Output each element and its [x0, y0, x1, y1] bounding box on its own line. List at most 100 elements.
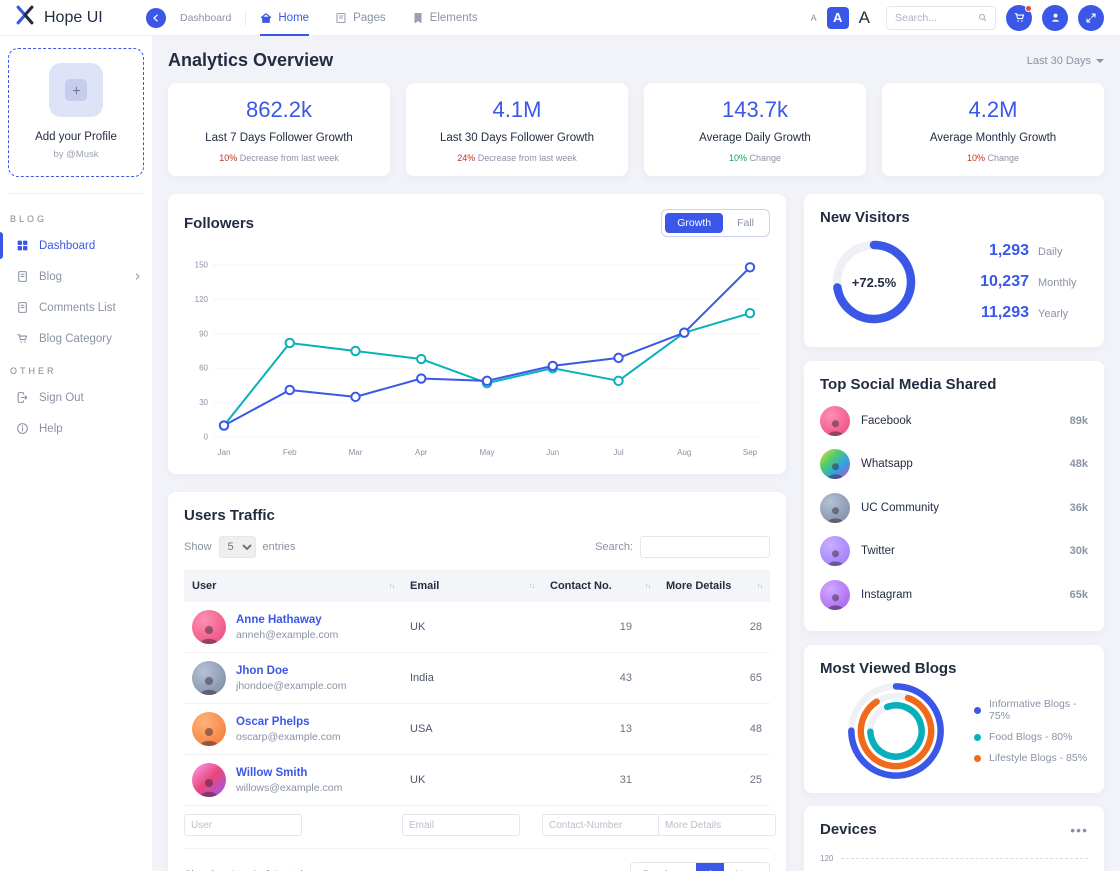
visitor-period: Daily — [1038, 246, 1086, 258]
followers-line-chart: 0306090120150JanFebMarAprMayJunJulAugSep — [184, 251, 770, 463]
most-viewed-donut — [844, 679, 948, 783]
social-media-item[interactable]: Whatsapp 48k — [820, 443, 1088, 487]
grid-icon — [16, 239, 29, 252]
fall-toggle-button[interactable]: Fall — [725, 213, 766, 233]
column-filter-input[interactable] — [542, 814, 660, 836]
home-icon — [260, 12, 272, 24]
column-header-details[interactable]: More Details — [658, 570, 770, 602]
date-range-dropdown[interactable]: Last 30 Days — [1027, 55, 1104, 67]
nav-left: Dashboard Home Pages — [152, 0, 478, 36]
new-visitors-stats: 1,293 Daily 10,237 Monthly 11,293 — [980, 242, 1086, 322]
user-name-link[interactable]: Jhon Doe — [236, 665, 346, 677]
social-media-list: Facebook 89k Whatsapp 48k — [820, 399, 1088, 617]
stat-value: 4.1M — [416, 97, 618, 123]
breadcrumb[interactable]: Dashboard — [180, 12, 231, 24]
add-profile-card[interactable]: Add your Profile by @Musk — [8, 48, 144, 177]
more-options-icon[interactable]: ••• — [1070, 827, 1088, 833]
divider — [245, 10, 246, 26]
svg-text:May: May — [479, 448, 494, 457]
back-button[interactable] — [146, 8, 166, 28]
user-name-link[interactable]: Anne Hathaway — [236, 614, 338, 626]
legend-item: Lifestyle Blogs - 85% — [974, 752, 1088, 764]
tab-pages[interactable]: Pages — [335, 0, 386, 36]
column-filter-input[interactable] — [184, 814, 302, 836]
svg-text:30: 30 — [199, 398, 208, 407]
font-size-large-button[interactable]: A — [859, 8, 870, 28]
cart-badge — [1025, 5, 1032, 12]
table-search-label: Search: — [595, 541, 633, 553]
social-media-item[interactable]: Twitter 30k — [820, 530, 1088, 574]
legend-dot — [974, 755, 981, 762]
followers-title: Followers — [184, 215, 254, 232]
growth-toggle-button[interactable]: Growth — [665, 213, 723, 233]
avatar — [820, 406, 850, 436]
social-network-name: Whatsapp — [861, 458, 913, 470]
users-table-body: Anne Hathaway anneh@example.com UK 19 28 — [184, 602, 770, 806]
column-filter-input[interactable] — [658, 814, 776, 836]
column-header-email[interactable]: Email — [402, 570, 542, 602]
most-viewed-blogs-card: Most Viewed Blogs Informative Blogs - 75… — [804, 645, 1104, 793]
column-header-user[interactable]: User — [184, 570, 402, 602]
user-name-link[interactable]: Oscar Phelps — [236, 716, 341, 728]
avatar — [192, 610, 226, 644]
sidebar-item-dashboard[interactable]: Dashboard — [0, 232, 152, 259]
page-size-select[interactable]: 5 — [219, 536, 256, 558]
gridline — [841, 858, 1088, 859]
user-button[interactable] — [1042, 5, 1068, 31]
sidebar-item-comments-list[interactable]: Comments List — [0, 294, 152, 321]
share-count: 30k — [1070, 545, 1088, 557]
previous-page-button[interactable]: Previous — [631, 863, 696, 871]
next-page-button[interactable]: Next — [724, 863, 769, 871]
social-network-name: Facebook — [861, 415, 912, 427]
social-media-item[interactable]: UC Community 36k — [820, 486, 1088, 530]
cell-contact: 13 — [542, 704, 658, 755]
page-1-button[interactable]: 1 — [696, 863, 724, 871]
entries-label: entries — [263, 541, 296, 553]
stats-row: 862.2k Last 7 Days Follower Growth 10% D… — [168, 83, 1104, 176]
users-table: User Email Contact No. More Details — [184, 570, 770, 602]
expand-button[interactable] — [1078, 5, 1104, 31]
stat-card: 143.7k Average Daily Growth 10% Change — [644, 83, 866, 176]
sidebar-item-sign-out[interactable]: Sign Out — [0, 384, 152, 411]
social-media-item[interactable]: Facebook 89k — [820, 399, 1088, 443]
document-icon — [16, 301, 29, 314]
brand: Hope UI — [0, 4, 152, 31]
cell-details: 48 — [658, 704, 770, 755]
social-media-item[interactable]: Instagram 65k — [820, 573, 1088, 617]
caret-down-icon — [1096, 59, 1104, 63]
new-visitors-card: New Visitors +72.5% 1,293 Daily — [804, 194, 1104, 347]
stat-value: 862.2k — [178, 97, 380, 123]
font-size-small-button[interactable]: A — [811, 13, 817, 23]
table-search-input[interactable] — [640, 536, 770, 558]
svg-text:Sep: Sep — [743, 448, 758, 457]
search-input[interactable] — [895, 12, 972, 24]
cell-country: UK — [402, 755, 542, 806]
social-network-name: UC Community — [861, 502, 939, 514]
sidebar-item-blog-category[interactable]: Blog Category — [0, 325, 152, 352]
new-visitors-donut: +72.5% — [828, 236, 920, 328]
social-network-name: Instagram — [861, 589, 912, 601]
cart-button[interactable] — [1006, 5, 1032, 31]
sidebar-item-blog[interactable]: Blog — [0, 263, 152, 290]
user-email: oscarp@example.com — [236, 731, 341, 743]
legend-label: Food Blogs - 80% — [989, 731, 1072, 743]
visitor-count: 11,293 — [981, 304, 1029, 322]
stat-change: 10% Change — [654, 153, 856, 163]
avatar — [820, 493, 850, 523]
sidebar-item-help[interactable]: Help — [0, 415, 152, 442]
main-content: Analytics Overview Last 30 Days 862.2k L… — [152, 36, 1120, 871]
svg-text:Mar: Mar — [349, 448, 363, 457]
tab-home[interactable]: Home — [260, 0, 309, 36]
main-tabs: Home Pages Elements — [260, 0, 477, 36]
legend-item: Food Blogs - 80% — [974, 731, 1088, 743]
svg-text:90: 90 — [199, 329, 208, 338]
legend-label: Lifestyle Blogs - 85% — [989, 752, 1087, 764]
user-name-link[interactable]: Willow Smith — [236, 767, 342, 779]
social-media-card: Top Social Media Shared Facebook 89k — [804, 361, 1104, 631]
tab-elements[interactable]: Elements — [412, 0, 478, 36]
column-filter-input[interactable] — [402, 814, 520, 836]
growth-fall-toggle: Growth Fall — [661, 209, 770, 237]
column-header-contact[interactable]: Contact No. — [542, 570, 658, 602]
font-size-medium-button[interactable]: A — [827, 7, 849, 29]
social-network-name: Twitter — [861, 545, 895, 557]
